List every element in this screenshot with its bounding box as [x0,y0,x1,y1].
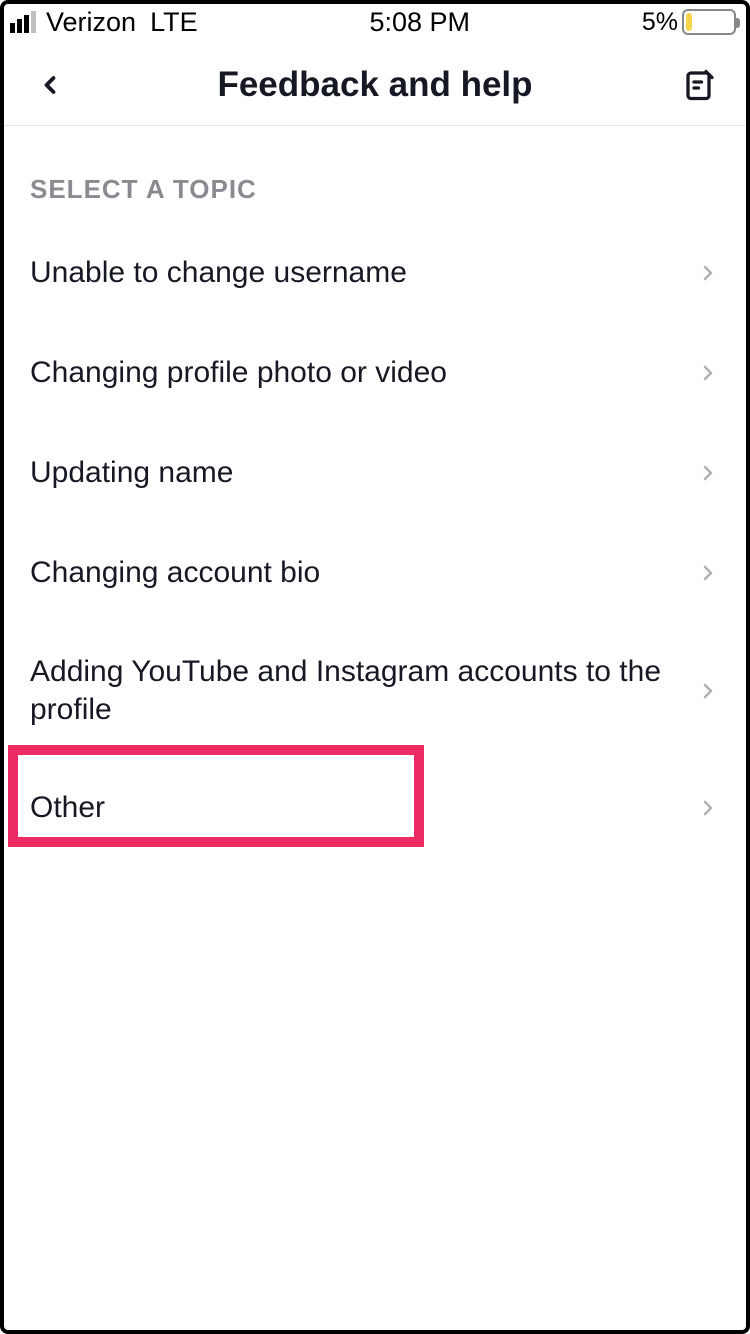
topic-row-changing-account-bio[interactable]: Changing account bio [0,523,750,623]
chevron-right-icon [696,461,720,485]
topic-label: Unable to change username [30,254,427,292]
status-right: 5% [642,8,736,37]
chevron-right-icon [696,561,720,585]
status-left: Verizon LTE [10,7,198,38]
topic-label: Changing account bio [30,554,340,592]
network-label: LTE [150,7,198,38]
signal-icon [10,11,36,33]
back-button[interactable] [28,63,72,107]
compose-button[interactable] [678,63,722,107]
topic-row-adding-youtube-instagram[interactable]: Adding YouTube and Instagram accounts to… [0,623,750,758]
topic-label: Changing profile photo or video [30,354,467,392]
topic-label: Adding YouTube and Instagram accounts to… [30,653,696,728]
battery-icon [682,9,736,35]
chevron-right-icon [696,361,720,385]
chevron-left-icon [36,71,64,99]
chevron-right-icon [696,679,720,703]
topic-row-other[interactable]: Other [0,758,750,858]
battery-percent-label: 5% [642,8,678,37]
topic-row-updating-name[interactable]: Updating name [0,423,750,523]
topic-list: Unable to change username Changing profi… [0,223,750,858]
topic-label: Updating name [30,454,253,492]
carrier-label: Verizon [46,7,136,38]
nav-bar: Feedback and help [0,44,750,126]
topic-row-unable-to-change-username[interactable]: Unable to change username [0,223,750,323]
status-bar: Verizon LTE 5:08 PM 5% [0,0,750,44]
clock-label: 5:08 PM [369,7,470,38]
page-title: Feedback and help [217,65,532,105]
topic-row-changing-profile-photo[interactable]: Changing profile photo or video [0,323,750,423]
chevron-right-icon [696,796,720,820]
section-header: SELECT A TOPIC [0,126,750,223]
topic-label: Other [30,789,125,827]
chevron-right-icon [696,261,720,285]
compose-icon [682,67,718,103]
